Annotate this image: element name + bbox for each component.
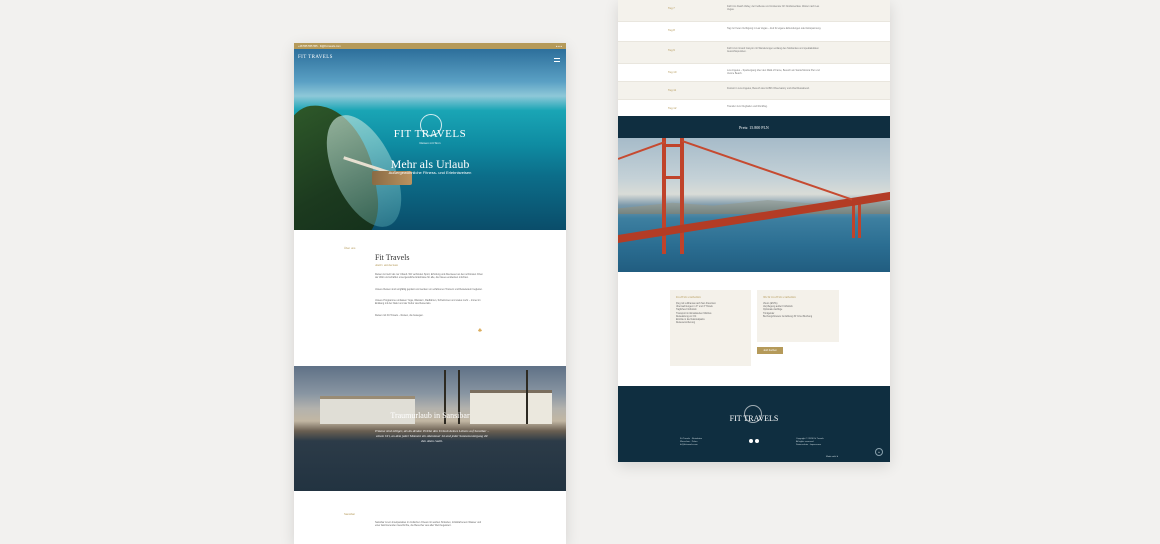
hero-logo-tagline: Reisen mit Sinn — [419, 141, 441, 145]
hero-logo: FIT TRAVELS — [393, 128, 467, 140]
palm-icon: ♣ — [478, 328, 482, 334]
hero-subtitle: Außergewöhnliche Fitness- und Erlebnisre… — [388, 170, 472, 175]
footer-contact: Fit Travels · Reisebüro Warschau · Polen… — [680, 438, 702, 448]
footer-legal-links[interactable]: Datenschutz · Impressum — [796, 444, 824, 447]
price-banner: Preis: 15.800 PLN — [618, 116, 890, 138]
footer-logo[interactable]: FIT TRAVELS — [618, 414, 890, 423]
itinerary-text: Freizeit in Los Angeles, Besuch des Grif… — [727, 87, 810, 90]
about-paragraph: Reisen ist mehr als nur Urlaub. Wir verb… — [375, 273, 483, 280]
itinerary-text: Transfer zum Flughafen und Rückflug. — [727, 105, 768, 108]
about-section: Über uns Fit Travels Aktiv entdecken Rei… — [294, 230, 566, 366]
price-text: Preis: 15.800 PLN — [739, 124, 769, 130]
book-now-button[interactable]: Jetzt buchen — [757, 347, 783, 354]
itinerary-row: Tag 8 Tag zur freien Verfügung in Las Ve… — [618, 22, 890, 42]
section-kicker: Über uns — [344, 246, 356, 250]
instagram-icon[interactable] — [755, 439, 759, 443]
nav-logo[interactable]: FIT TRAVELS — [298, 55, 333, 60]
itinerary-row: Tag 11 Freizeit in Los Angeles, Besuch d… — [618, 82, 890, 100]
included-title: Im Preis enthalten — [676, 295, 701, 299]
contact-info[interactable]: +48 555 555 555 · fit@fit-travels.com — [298, 45, 341, 48]
zanzibar-title: Traumurlaub in Sansibar — [390, 411, 470, 420]
itinerary-text: Tag zur freien Verfügung in Las Vegas – … — [727, 27, 822, 30]
footer-credit: Made with ♥ — [826, 456, 838, 458]
included-item: Reiseversicherung — [676, 322, 696, 325]
itinerary-row: Tag 10 Los Angeles – Spaziergang über de… — [618, 64, 890, 82]
zanzibar-info-section: Sansibar Sansibar ist ein Inselparadies … — [294, 491, 566, 544]
itinerary-row: Tag 12 Transfer zum Flughafen und Rückfl… — [618, 100, 890, 116]
footer-legal: Copyright © 2024 Fit Travels All rights … — [796, 438, 824, 448]
itinerary-row: Tag 7 Fahrt ins Death Valley, der heißes… — [618, 0, 890, 22]
itinerary-text: Fahrt zum Grand Canyon mit Wanderungen e… — [727, 47, 819, 54]
trip-page-mockup: Tag 7 Fahrt ins Death Valley, der heißes… — [618, 0, 890, 462]
social-icons[interactable]: ● ● ● — [556, 45, 562, 48]
itinerary-day: Tag 7 — [668, 6, 675, 10]
bridge-tower-shape — [662, 144, 684, 147]
about-subtitle: Aktiv entdecken — [375, 263, 399, 267]
bridge-tower-shape — [680, 138, 684, 254]
zanzibar-quote: Träume sind nötiger, als du denkst. Erle… — [374, 429, 490, 443]
facebook-icon[interactable] — [749, 439, 753, 443]
itinerary-day: Tag 12 — [668, 106, 677, 110]
itinerary-text: Los Angeles – Spaziergang über den Walk … — [727, 69, 820, 76]
included-section: Im Preis enthalten Flug mit Lufthansa na… — [618, 272, 890, 386]
not-included-title: Nicht im Preis enthalten — [763, 295, 796, 299]
itinerary-day: Tag 11 — [668, 88, 677, 92]
site-footer: FIT TRAVELS Fit Travels · Reisebüro Wars… — [618, 386, 890, 462]
bridge-cable-shape — [681, 140, 853, 201]
scroll-top-icon[interactable]: ^ — [875, 448, 883, 456]
hero-section: FIT TRAVELS FIT TRAVELS Reisen mit Sinn … — [294, 49, 566, 230]
bridge-tower-shape — [662, 138, 666, 254]
about-paragraph: Unsere Programme umfassen Yoga, Wandern,… — [375, 299, 481, 306]
hamburger-menu-icon[interactable] — [554, 58, 560, 62]
golden-gate-image — [618, 138, 890, 272]
about-title: Fit Travels — [375, 253, 410, 262]
bridge-deck-shape — [618, 191, 890, 243]
zanzibar-section: Traumurlaub in Sansibar Träume sind nöti… — [294, 366, 566, 491]
itinerary-text: Fahrt ins Death Valley, der heißeste und… — [727, 5, 820, 12]
footer-social — [749, 439, 759, 443]
homepage-mockup: +48 555 555 555 · fit@fit-travels.com ● … — [294, 43, 566, 544]
itinerary-day: Tag 8 — [668, 28, 675, 32]
footer-email-link[interactable]: fit@fit-travels.com — [680, 444, 702, 447]
itinerary-table: Tag 7 Fahrt ins Death Valley, der heißes… — [618, 0, 890, 116]
zanzibar-paragraph: Sansibar ist ein Inselparadies im Indisc… — [375, 521, 482, 528]
not-included-item: Buchungshinweis: Anzahlung 30 % bei Buch… — [763, 315, 813, 318]
itinerary-row: Tag 9 Fahrt zum Grand Canyon mit Wanderu… — [618, 42, 890, 64]
not-included-box: Nicht im Preis enthalten Visum (ESTA) Ve… — [757, 290, 839, 342]
about-paragraph: Unsere Reisen sind sorgfältig geplant un… — [375, 288, 483, 291]
bridge-tower-shape — [662, 176, 684, 179]
bridge-cable-shape — [618, 140, 666, 160]
itinerary-day: Tag 10 — [668, 70, 677, 74]
included-box: Im Preis enthalten Flug mit Lufthansa na… — [670, 290, 751, 366]
itinerary-day: Tag 9 — [668, 48, 675, 52]
section-kicker: Sansibar — [344, 512, 356, 516]
about-paragraph: Reisen mit Fit Travels – Reisen, die bew… — [375, 314, 424, 317]
